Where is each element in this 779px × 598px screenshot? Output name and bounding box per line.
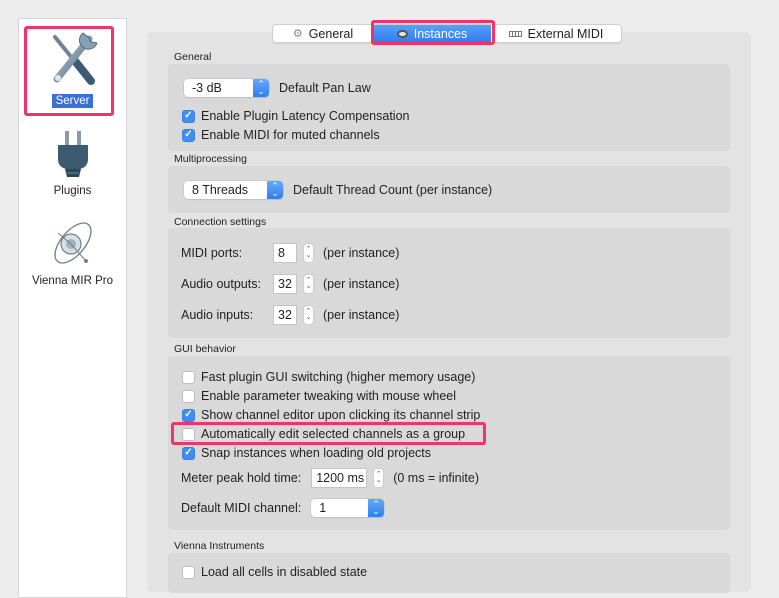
field-suffix: (per instance)	[323, 277, 400, 291]
snap-instances-checkbox[interactable]	[182, 446, 195, 460]
tab-instances[interactable]: Instances	[373, 25, 491, 42]
fast-gui-switching-checkbox[interactable]	[182, 370, 195, 384]
instance-icon	[396, 29, 408, 38]
gear-icon: ⚙	[292, 28, 303, 40]
sidebar-item-server[interactable]: Server	[19, 29, 126, 108]
tools-icon	[52, 32, 98, 85]
tab-label: General	[308, 26, 354, 41]
section-title-gui: GUI behavior	[174, 343, 236, 355]
chevron-updown-icon: ⌃ ⌄	[368, 499, 385, 517]
thread-count-label: Default Thread Count (per instance)	[293, 183, 493, 197]
checkbox-label: Fast plugin GUI switching (higher memory…	[201, 370, 476, 384]
field-suffix: (0 ms = infinite)	[393, 471, 479, 485]
midi-ports-input[interactable]: 8	[273, 243, 297, 263]
field-label: Default MIDI channel:	[181, 501, 302, 515]
sidebar-item-plugins[interactable]: Plugins	[19, 129, 126, 198]
load-disabled-checkbox[interactable]	[182, 565, 195, 579]
sidebar-item-vienna-mir-pro[interactable]: Vienna MIR Pro	[19, 217, 126, 288]
chevron-updown-icon: ⌃ ⌄	[253, 79, 269, 97]
meter-peak-input[interactable]: 1200 ms	[311, 468, 368, 488]
midi-muted-checkbox[interactable]	[182, 128, 195, 142]
audio-outputs-stepper[interactable]: ⌃ ⌄	[303, 274, 314, 294]
meter-peak-row: Meter peak hold time: 1200 ms ⌃ ⌄ (0 ms =…	[181, 468, 479, 488]
tab-general[interactable]: ⚙ General	[273, 25, 373, 42]
midi-ports-row: MIDI ports: 8 ⌃ ⌄ (per instance)	[181, 243, 399, 263]
chevron-updown-icon: ⌃ ⌄	[267, 181, 283, 199]
audio-inputs-input[interactable]: 32	[273, 305, 297, 325]
audio-inputs-stepper[interactable]: ⌃ ⌄	[303, 305, 314, 325]
thread-count-select[interactable]: 8 Threads ⌃ ⌄	[184, 181, 283, 199]
tab-label: External MIDI	[527, 26, 604, 41]
orbit-icon	[53, 222, 92, 264]
preferences-sidebar: Server Plugins Vienna MIR Pro	[18, 18, 127, 598]
plug-icon	[57, 131, 88, 177]
field-suffix: (per instance)	[323, 308, 400, 322]
midi-ports-stepper[interactable]: ⌃ ⌄	[303, 243, 314, 263]
section-title-general: General	[174, 51, 212, 63]
auto-edit-group-checkbox[interactable]	[182, 427, 195, 441]
checkbox-label: Show channel editor upon clicking its ch…	[201, 408, 481, 422]
sidebar-item-label: Server	[51, 94, 94, 108]
checkbox-label: Enable Plugin Latency Compensation	[201, 109, 410, 123]
audio-outputs-input[interactable]: 32	[273, 274, 297, 294]
tab-external-midi[interactable]: External MIDI	[491, 25, 621, 42]
pan-law-label: Default Pan Law	[279, 81, 371, 95]
field-label: Audio outputs:	[181, 277, 261, 291]
checkbox-label: Automatically edit selected channels as …	[201, 427, 466, 441]
checkbox-label: Enable parameter tweaking with mouse whe…	[201, 389, 456, 403]
show-channel-editor-checkbox[interactable]	[182, 408, 195, 422]
midi-channel-select[interactable]: 1 ⌃ ⌄	[311, 499, 385, 517]
audio-outputs-row: Audio outputs: 32 ⌃ ⌄ (per instance)	[181, 274, 399, 294]
checkbox-label: Load all cells in disabled state	[201, 565, 368, 579]
latency-compensation-checkbox[interactable]	[182, 109, 195, 123]
section-title-multiprocessing: Multiprocessing	[174, 153, 247, 165]
mouse-wheel-tweaking-checkbox[interactable]	[182, 389, 195, 403]
sidebar-item-label: Plugins	[53, 185, 92, 197]
checkbox-label: Enable MIDI for muted channels	[201, 128, 380, 142]
meter-peak-stepper[interactable]: ⌃ ⌄	[373, 468, 385, 488]
tab-label: Instances	[413, 26, 468, 41]
section-title-vienna-instruments: Vienna Instruments	[174, 540, 265, 552]
section-title-connection: Connection settings	[174, 216, 267, 228]
midi-keyboard-icon	[508, 30, 522, 37]
checkbox-label: Snap instances when loading old projects	[201, 446, 432, 460]
field-label: Audio inputs:	[181, 308, 254, 322]
field-suffix: (per instance)	[323, 246, 400, 260]
audio-inputs-row: Audio inputs: 32 ⌃ ⌄ (per instance)	[181, 305, 399, 325]
field-label: MIDI ports:	[181, 246, 243, 260]
pan-law-select[interactable]: -3 dB ⌃ ⌄	[184, 79, 269, 97]
tab-bar: ⚙ General Instances External MIDI	[272, 24, 622, 43]
midi-channel-row: Default MIDI channel: 1 ⌃ ⌄	[181, 499, 385, 517]
sidebar-item-label: Vienna MIR Pro	[32, 275, 113, 287]
field-label: Meter peak hold time:	[181, 471, 302, 485]
